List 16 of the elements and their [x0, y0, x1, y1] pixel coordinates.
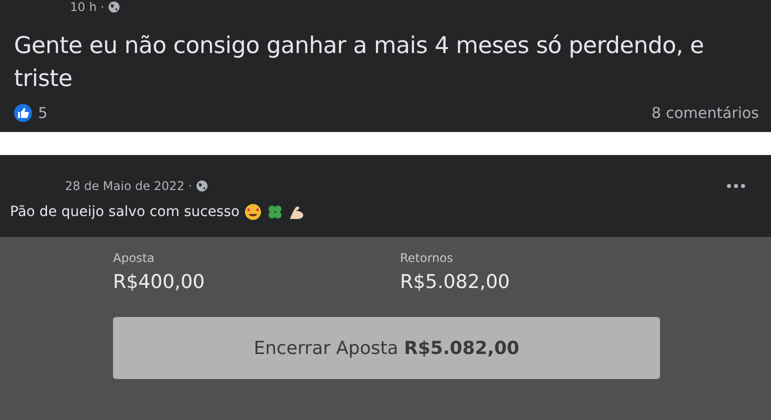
post-date: 28 de Maio de 2022 ·	[65, 179, 192, 193]
like-count: 5	[38, 104, 48, 122]
field-value: R$5.082,00	[400, 271, 511, 293]
post-text: Pão de queijo salvo com sucesso	[10, 204, 240, 220]
field-value: R$400,00	[113, 271, 206, 293]
post-text: Gente eu não consigo ganhar a mais 4 meses só perdendo, e triste	[14, 32, 705, 94]
clover-icon	[266, 203, 284, 221]
field-label: Retornos	[400, 251, 454, 265]
comments-link[interactable]: 8 comentários	[652, 104, 759, 122]
post-time: 10 h ·	[70, 0, 104, 14]
cash-out-button[interactable]: Encerrar Aposta R$5.082,00	[113, 317, 660, 379]
star-eyes-face-icon	[244, 203, 262, 221]
like-icon	[14, 104, 32, 122]
globe-icon	[196, 180, 208, 192]
field-label: Aposta	[113, 251, 156, 265]
more-options-icon[interactable]	[727, 184, 745, 188]
